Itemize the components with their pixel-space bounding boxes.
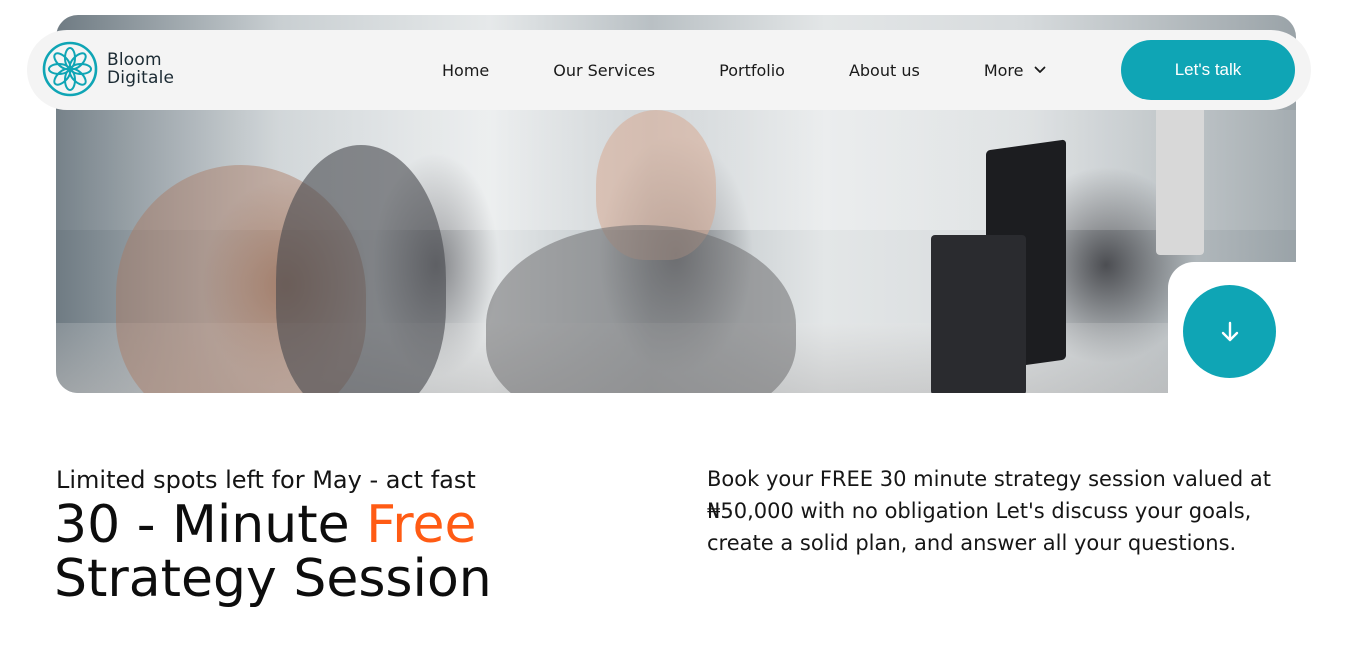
headline-part1: 30 - Minute — [54, 495, 367, 555]
nav-portfolio[interactable]: Portfolio — [719, 61, 785, 80]
offer-headline: 30 - Minute Free Strategy Session — [54, 498, 492, 606]
main-nav: Home Our Services Portfolio About us Mor… — [442, 30, 1046, 110]
scroll-down-button[interactable] — [1183, 285, 1276, 378]
offer-description: Book your FREE 30 minute strategy sessio… — [707, 467, 1271, 555]
flower-logo-icon — [42, 41, 98, 97]
nav-more-label: More — [983, 60, 1024, 80]
offer-eyebrow: Limited spots left for May - act fast — [56, 466, 476, 494]
headline-accent: Free — [366, 495, 477, 555]
nav-our-services[interactable]: Our Services — [553, 61, 655, 80]
nav-portfolio-label: Portfolio — [719, 60, 785, 80]
nav-our-services-label: Our Services — [553, 60, 656, 80]
nav-home[interactable]: Home — [442, 61, 489, 80]
page: Bloom Digitale Home Our Services Portfol… — [0, 0, 1350, 672]
lets-talk-button[interactable]: Let's talk — [1121, 40, 1295, 100]
brand-name-line2: Digitale — [107, 68, 175, 88]
brand-name-line1: Bloom — [107, 50, 162, 70]
nav-about-us-label: About us — [848, 60, 920, 80]
navbar: Bloom Digitale Home Our Services Portfol… — [27, 30, 1311, 110]
chevron-down-icon — [1034, 66, 1045, 73]
headline-line2: Strategy Session — [54, 549, 492, 609]
nav-about-us[interactable]: About us — [849, 61, 920, 80]
brand-logo[interactable]: Bloom Digitale — [42, 41, 174, 97]
arrow-down-icon — [1221, 321, 1238, 341]
nav-more-dropdown[interactable]: More — [984, 61, 1046, 80]
nav-home-label: Home — [442, 60, 490, 80]
brand-name: Bloom Digitale — [107, 51, 174, 87]
